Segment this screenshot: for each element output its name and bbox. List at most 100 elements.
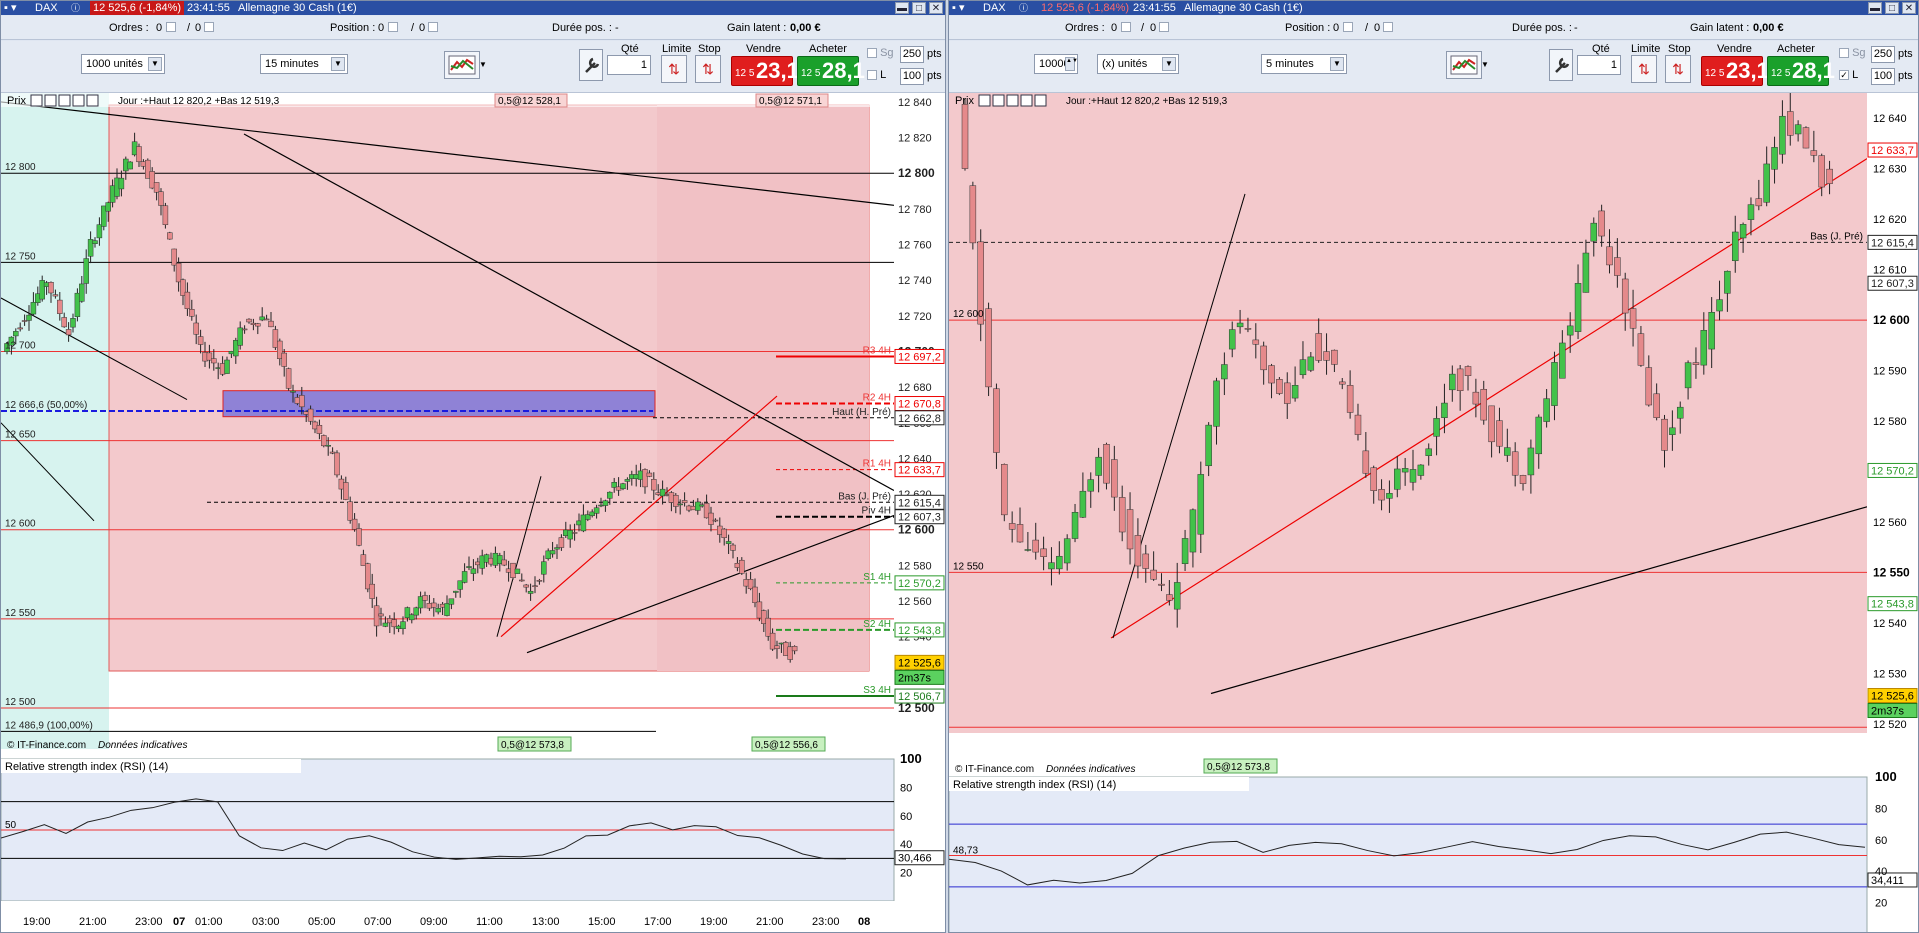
buy-button[interactable]: 12 5 28,1 bbox=[797, 56, 865, 86]
level-label: 12 750 bbox=[5, 251, 36, 262]
maximize-icon[interactable]: □ bbox=[912, 2, 926, 14]
chart-type-icon[interactable] bbox=[444, 51, 480, 79]
orders-icon-2[interactable] bbox=[1159, 22, 1169, 32]
stop-order-button[interactable]: ⇅ bbox=[1665, 55, 1691, 83]
candle bbox=[1527, 447, 1535, 476]
duration-label: Durée pos. : bbox=[1512, 22, 1572, 34]
candle bbox=[1331, 349, 1338, 365]
candle bbox=[1056, 555, 1063, 570]
title-bar[interactable]: ▪ ▾ DAX ⓘ 12 525,6 (-1,84%) 23:41:55 All… bbox=[1, 1, 945, 15]
chart-type-dropdown[interactable]: ▼ bbox=[479, 55, 493, 75]
units-select[interactable]: (x) unités ▼ bbox=[1097, 54, 1179, 74]
time-axis-label: 03:00 bbox=[252, 916, 280, 928]
orders-icon[interactable] bbox=[166, 22, 176, 32]
order-tag-label: 0,5@12 573,8 bbox=[1207, 762, 1270, 773]
window-icon bbox=[44, 94, 57, 107]
time-axis-label: 11:00 bbox=[476, 916, 503, 928]
candle bbox=[197, 336, 204, 345]
candle bbox=[1661, 418, 1668, 451]
chart-type-icon[interactable] bbox=[1446, 51, 1482, 79]
sg-checkbox[interactable]: Sg bbox=[1839, 47, 1866, 59]
price-box-label: 2m37s bbox=[898, 672, 932, 684]
title-bar[interactable]: ▪ ▾ DAX ⓘ 12 525,6 (-1,84%) 23:41:55 All… bbox=[949, 1, 1918, 15]
close-icon[interactable]: ✕ bbox=[929, 2, 943, 14]
chart-type-dropdown[interactable]: ▼ bbox=[1481, 55, 1495, 75]
close-icon bbox=[1006, 94, 1019, 107]
chart-canvas[interactable]: 12 840 12 820 12 800 12 780 12 760 12 740 12 7… bbox=[1, 93, 945, 933]
checkbox-icon bbox=[867, 48, 877, 59]
buy-button[interactable]: 12 5 28,1 bbox=[1767, 56, 1835, 86]
sg-checkbox[interactable]: Sg bbox=[867, 47, 894, 59]
units-select[interactable]: 1000 unités ▼ bbox=[81, 54, 165, 74]
units-input[interactable]: 10000 ▲▼ bbox=[1034, 54, 1078, 74]
orders-icon[interactable] bbox=[1121, 22, 1131, 32]
orders-value-2: 0 bbox=[1150, 22, 1157, 34]
gain-value: 0,00 € bbox=[1753, 22, 1784, 34]
qty-label: Qté bbox=[1592, 43, 1610, 55]
orders-icon-2[interactable] bbox=[204, 22, 214, 32]
l-points-input[interactable]: 100 bbox=[900, 68, 924, 85]
candle bbox=[961, 104, 969, 169]
wrench-icon[interactable] bbox=[579, 49, 603, 81]
price-axis-label: 12 550 bbox=[1873, 565, 1910, 579]
trade-toolbar: 10000 ▲▼ (x) unités ▼ 5 minutes ▼ ▼ Qté 1 L… bbox=[949, 41, 1918, 93]
candle bbox=[514, 568, 521, 574]
candle bbox=[343, 482, 349, 500]
candle bbox=[347, 501, 353, 521]
candle bbox=[1645, 367, 1653, 406]
minimize-icon[interactable]: ▬ bbox=[895, 2, 909, 14]
position-icon[interactable] bbox=[388, 22, 398, 32]
info-icon[interactable]: ⓘ bbox=[1019, 1, 1028, 15]
close-icon[interactable]: ✕ bbox=[1902, 2, 1916, 14]
price-chart-right[interactable]: 12 640 12 630 12 620 12 610 12 600 12 590 12 5… bbox=[949, 92, 1918, 933]
l-checkbox[interactable]: L bbox=[867, 69, 886, 81]
position-icon[interactable] bbox=[1343, 22, 1353, 32]
minimize-icon[interactable]: ▬ bbox=[1868, 2, 1882, 14]
info-icon[interactable]: ⓘ bbox=[71, 1, 80, 15]
maximize-icon[interactable]: □ bbox=[1885, 2, 1899, 14]
price-chart-left[interactable]: 12 840 12 820 12 800 12 780 12 760 12 740 12 7… bbox=[1, 93, 945, 933]
position-icon-2[interactable] bbox=[428, 22, 438, 32]
candle bbox=[189, 309, 195, 317]
sell-button[interactable]: 12 5 23,1 bbox=[1701, 56, 1769, 86]
window-menu-icon[interactable]: ▪ ▾ bbox=[952, 1, 964, 15]
price-box-label: 12 570,2 bbox=[1871, 465, 1914, 477]
sg-points-input[interactable]: 250 bbox=[1871, 46, 1895, 63]
sell-button[interactable]: 12 5 23,1 bbox=[731, 56, 799, 86]
close-icon bbox=[1034, 94, 1047, 107]
position-label: Position : bbox=[1285, 22, 1331, 34]
l-points-input[interactable]: 100 bbox=[1871, 68, 1895, 85]
window-icon bbox=[992, 94, 1005, 107]
candle bbox=[378, 613, 384, 617]
time-axis-label: 19:00 bbox=[23, 916, 51, 928]
qty-input[interactable]: 1 bbox=[1577, 55, 1621, 75]
qty-input[interactable]: 1 bbox=[607, 55, 651, 75]
candle bbox=[1810, 150, 1818, 156]
instrument-name: DAX bbox=[35, 2, 58, 14]
price-badge: 12 525,6 (-1,84%) bbox=[90, 1, 185, 15]
limit-order-button[interactable]: ⇅ bbox=[1631, 55, 1657, 83]
stepper-icon[interactable]: ▲▼ bbox=[1065, 57, 1078, 71]
sg-points-input[interactable]: 250 bbox=[900, 46, 924, 63]
candle bbox=[290, 390, 296, 393]
candle bbox=[1787, 111, 1794, 136]
candle bbox=[1126, 509, 1134, 550]
wrench-icon[interactable] bbox=[1549, 49, 1573, 81]
level-label: 12 650 bbox=[5, 430, 36, 441]
limit-order-button[interactable]: ⇅ bbox=[661, 55, 687, 83]
position-icon-2[interactable] bbox=[1383, 22, 1393, 32]
candle bbox=[1504, 447, 1511, 456]
timeframe-select[interactable]: 15 minutes ▼ bbox=[260, 54, 348, 74]
candle bbox=[1236, 322, 1244, 328]
price-box-label: 12 615,4 bbox=[898, 497, 941, 509]
l-checkbox[interactable]: ✓ L bbox=[1839, 69, 1858, 81]
credit-note: Données indicatives bbox=[98, 740, 188, 751]
stop-order-button[interactable]: ⇅ bbox=[695, 55, 721, 83]
rsi-mid-label: 48,73 bbox=[953, 846, 978, 857]
chart-canvas[interactable]: 12 640 12 630 12 620 12 610 12 600 12 590 12 5… bbox=[949, 92, 1918, 933]
buy-price-big: 28,1 bbox=[822, 58, 865, 83]
candle bbox=[519, 579, 525, 582]
timeframe-select[interactable]: 5 minutes ▼ bbox=[1261, 54, 1347, 74]
window-menu-icon[interactable]: ▪ ▾ bbox=[4, 1, 16, 15]
candle bbox=[651, 479, 657, 491]
